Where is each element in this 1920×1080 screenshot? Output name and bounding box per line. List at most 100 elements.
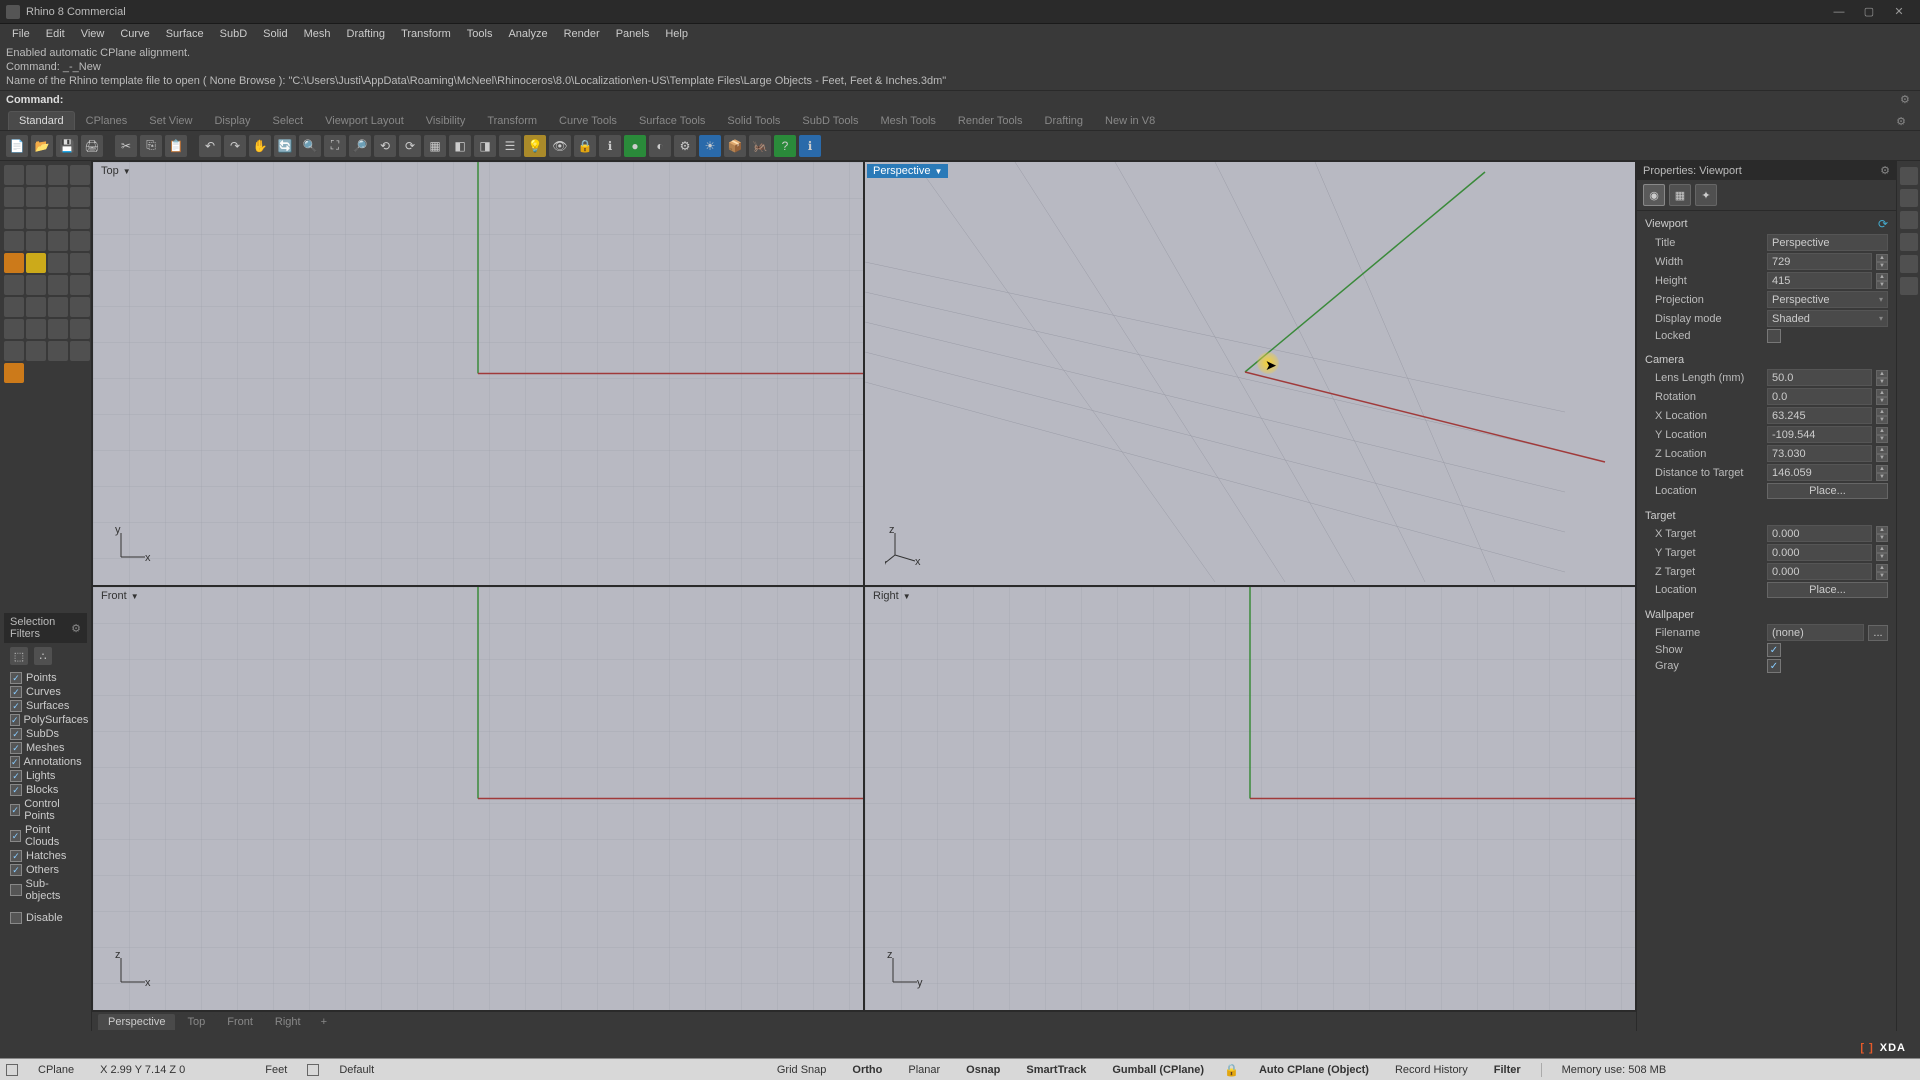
filter-row[interactable]: Point Clouds: [10, 823, 81, 849]
target-x-field[interactable]: 0.000: [1767, 525, 1872, 542]
tab-display[interactable]: Display: [203, 111, 261, 130]
object-properties-icon[interactable]: ◉: [1643, 184, 1665, 206]
layers-icon[interactable]: ☰: [499, 135, 521, 157]
gear-icon[interactable]: ⚙: [1900, 93, 1914, 107]
tab-drafting[interactable]: Drafting: [1034, 111, 1095, 130]
menu-file[interactable]: File: [4, 26, 38, 42]
filter-row[interactable]: Points: [10, 671, 81, 685]
tab-select[interactable]: Select: [262, 111, 315, 130]
display-mode-select[interactable]: Shaded: [1767, 310, 1888, 327]
undo-view-icon[interactable]: ⟲: [374, 135, 396, 157]
join-icon[interactable]: [26, 253, 46, 273]
package-icon[interactable]: 📦: [724, 135, 746, 157]
menu-subd[interactable]: SubD: [212, 26, 256, 42]
filter-row[interactable]: Blocks: [10, 783, 81, 797]
dock-properties-icon[interactable]: [1900, 167, 1918, 185]
about-icon[interactable]: ℹ: [799, 135, 821, 157]
copy-icon[interactable]: ⎘: [140, 135, 162, 157]
points-icon[interactable]: [70, 209, 90, 229]
projection-select[interactable]: Perspective: [1767, 291, 1888, 308]
viewport-perspective[interactable]: Perspective▼ zxy ➤: [865, 162, 1635, 585]
save-icon[interactable]: 💾: [56, 135, 78, 157]
refresh-icon[interactable]: ⟳: [1878, 217, 1888, 231]
gear-icon[interactable]: ⚙: [71, 622, 81, 635]
set-cplane-icon[interactable]: ◧: [449, 135, 471, 157]
open-icon[interactable]: 📂: [31, 135, 53, 157]
filter-none-icon[interactable]: ⬚: [10, 647, 28, 665]
pointer-icon[interactable]: [4, 165, 24, 185]
curve-icon[interactable]: [70, 165, 90, 185]
rectangle-icon[interactable]: [48, 187, 68, 207]
arc-icon[interactable]: [26, 187, 46, 207]
dock-help-icon[interactable]: [1900, 233, 1918, 251]
tab-transform[interactable]: Transform: [476, 111, 548, 130]
filter-row[interactable]: Lights: [10, 769, 81, 783]
layer-color-swatch[interactable]: [6, 1064, 18, 1076]
freeform-icon[interactable]: [26, 209, 46, 229]
locked-checkbox[interactable]: [1767, 329, 1781, 343]
options-icon[interactable]: ⚙: [674, 135, 696, 157]
tab-visibility[interactable]: Visibility: [415, 111, 477, 130]
dimension-icon[interactable]: [70, 297, 90, 317]
ortho-toggle[interactable]: Ortho: [846, 1063, 888, 1077]
filter-checkbox[interactable]: [10, 770, 22, 782]
menu-drafting[interactable]: Drafting: [339, 26, 394, 42]
lasso-icon[interactable]: [26, 165, 46, 185]
point-icon[interactable]: [48, 209, 68, 229]
tab-meshtools[interactable]: Mesh Tools: [869, 111, 946, 130]
lock-icon[interactable]: 🔒: [1224, 1063, 1239, 1077]
smarttrack-toggle[interactable]: SmartTrack: [1020, 1063, 1092, 1077]
zoom-selected-icon[interactable]: 🔎: [349, 135, 371, 157]
paste-icon[interactable]: 📋: [165, 135, 187, 157]
grasshopper-icon[interactable]: 🦗: [749, 135, 771, 157]
planar-toggle[interactable]: Planar: [902, 1063, 946, 1077]
filter-row[interactable]: Hatches: [10, 849, 81, 863]
maximize-button[interactable]: ▢: [1854, 2, 1884, 22]
polygon-icon[interactable]: [70, 187, 90, 207]
filter-checkbox[interactable]: [10, 912, 22, 924]
show-checkbox[interactable]: [1767, 643, 1781, 657]
trim-icon[interactable]: [48, 253, 68, 273]
material-icon[interactable]: ▦: [1669, 184, 1691, 206]
tab-solidtools[interactable]: Solid Tools: [716, 111, 791, 130]
filter-row[interactable]: Disable: [10, 911, 81, 925]
menu-render[interactable]: Render: [556, 26, 608, 42]
gumball-toggle[interactable]: Gumball (CPlane): [1106, 1063, 1210, 1077]
dock-libraries-icon[interactable]: [1900, 277, 1918, 295]
gear-icon[interactable]: ⚙: [1880, 164, 1890, 177]
redo-view-icon[interactable]: ⟳: [399, 135, 421, 157]
filter-checkbox[interactable]: [10, 756, 20, 768]
print-icon[interactable]: 🖨: [81, 135, 103, 157]
filter-row[interactable]: Surfaces: [10, 699, 81, 713]
text-icon[interactable]: [48, 297, 68, 317]
viewtab-top[interactable]: Top: [177, 1014, 215, 1030]
filter-points-icon[interactable]: ∴: [34, 647, 52, 665]
tab-rendertools[interactable]: Render Tools: [947, 111, 1034, 130]
menu-tools[interactable]: Tools: [459, 26, 501, 42]
filter-row[interactable]: PolySurfaces: [10, 713, 81, 727]
light-icon[interactable]: [48, 319, 68, 339]
pan-icon[interactable]: ✋: [249, 135, 271, 157]
render-tool-icon[interactable]: [26, 341, 46, 361]
viewport-right[interactable]: Right▼ zy: [865, 587, 1635, 1010]
camera-icon[interactable]: [70, 319, 90, 339]
menu-mesh[interactable]: Mesh: [296, 26, 339, 42]
surface-icon[interactable]: [4, 231, 24, 251]
viewport-label-front[interactable]: Front▼: [95, 589, 145, 603]
menu-transform[interactable]: Transform: [393, 26, 459, 42]
viewtab-front[interactable]: Front: [217, 1014, 263, 1030]
cam-place-button[interactable]: Place...: [1767, 483, 1888, 499]
dock-render-icon[interactable]: [1900, 255, 1918, 273]
check-icon[interactable]: [48, 341, 68, 361]
viewport-width-field[interactable]: 729: [1767, 253, 1872, 270]
menu-edit[interactable]: Edit: [38, 26, 73, 42]
filter-row[interactable]: Meshes: [10, 741, 81, 755]
redo-icon[interactable]: ↷: [224, 135, 246, 157]
viewport-height-field[interactable]: 415: [1767, 272, 1872, 289]
rotation-field[interactable]: 0.0: [1767, 388, 1872, 405]
texture-icon[interactable]: ✦: [1695, 184, 1717, 206]
new-icon[interactable]: 📄: [6, 135, 28, 157]
tab-curvetools[interactable]: Curve Tools: [548, 111, 628, 130]
explode-icon[interactable]: [4, 253, 24, 273]
help-icon[interactable]: ?: [774, 135, 796, 157]
